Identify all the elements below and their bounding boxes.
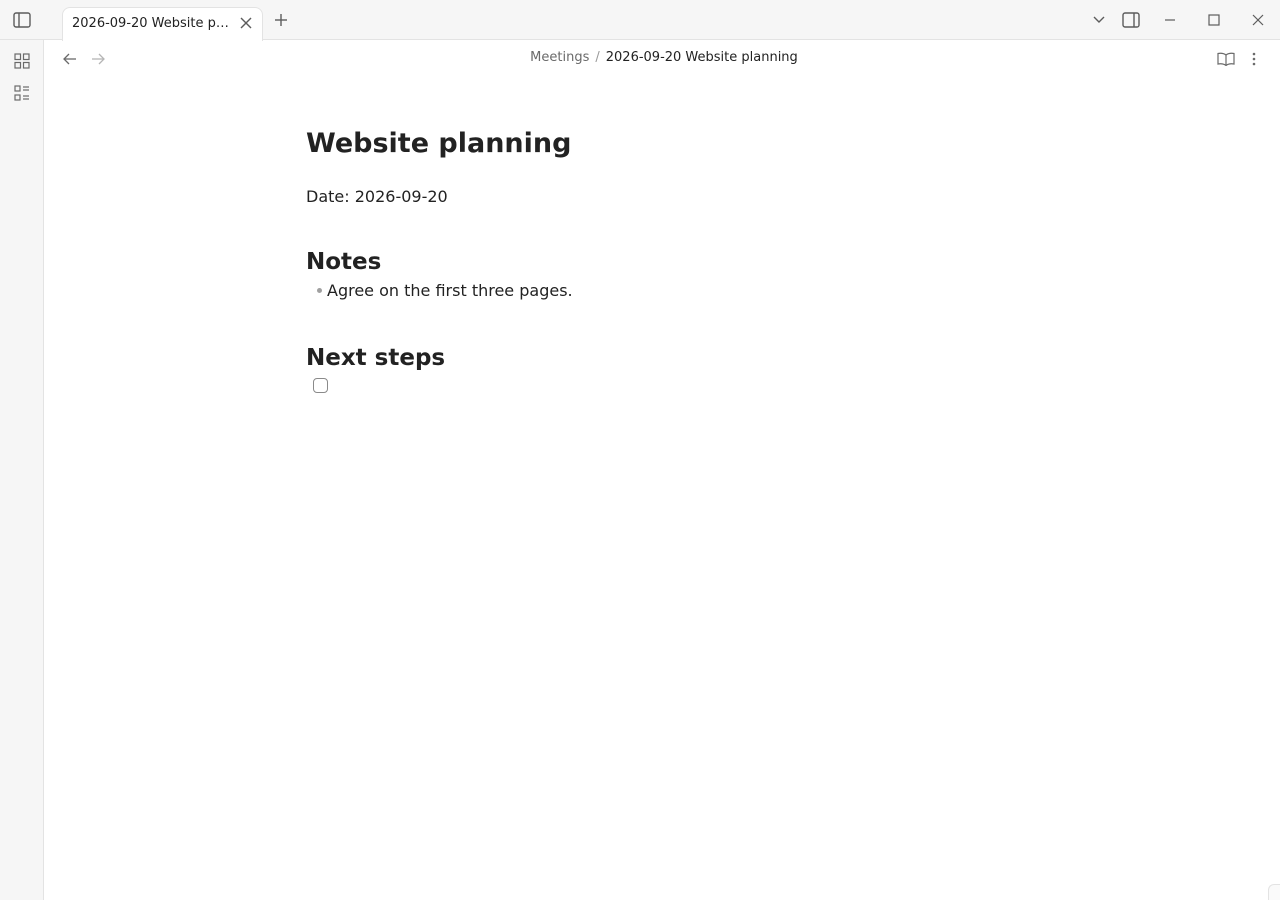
breadcrumb: Meetings / 2026-09-20 Website planning xyxy=(44,50,1280,65)
heading-next-steps[interactable]: Next steps xyxy=(306,345,445,371)
date-line[interactable]: Date: 2026-09-20 xyxy=(306,187,448,206)
view-header: Meetings / 2026-09-20 Website planning xyxy=(44,40,1280,78)
book-open-icon[interactable] xyxy=(1215,48,1237,70)
close-icon[interactable] xyxy=(238,15,254,31)
list-item-text: Agree on the first three pages. xyxy=(327,281,573,300)
more-vertical-icon[interactable] xyxy=(1243,48,1265,70)
maximize-icon[interactable] xyxy=(1202,8,1226,32)
left-ribbon xyxy=(0,40,44,900)
task-checkbox[interactable] xyxy=(313,378,328,393)
plus-icon[interactable] xyxy=(269,8,293,32)
close-icon[interactable] xyxy=(1246,8,1270,32)
list-item[interactable]: Agree on the first three pages. xyxy=(317,281,573,300)
chevron-down-icon[interactable] xyxy=(1087,8,1111,32)
list-icon[interactable] xyxy=(10,81,34,105)
right-sidebar-icon[interactable] xyxy=(1119,8,1143,32)
breadcrumb-separator: / xyxy=(595,50,600,65)
minimize-icon[interactable] xyxy=(1158,8,1182,32)
dashboard-icon[interactable] xyxy=(10,49,34,73)
heading-notes[interactable]: Notes xyxy=(306,249,381,275)
title-bar: 2026-09-20 Website plan... xyxy=(0,0,1280,41)
bullet-icon xyxy=(317,288,322,293)
breadcrumb-current[interactable]: 2026-09-20 Website planning xyxy=(606,50,798,65)
tab-title: 2026-09-20 Website plan... xyxy=(72,16,232,31)
resize-handle[interactable] xyxy=(1268,884,1280,900)
note-title[interactable]: Website planning xyxy=(306,128,571,159)
breadcrumb-parent[interactable]: Meetings xyxy=(530,50,589,65)
tab-active-note[interactable]: 2026-09-20 Website plan... xyxy=(62,7,263,41)
sidebar-toggle-icon[interactable] xyxy=(10,8,34,32)
